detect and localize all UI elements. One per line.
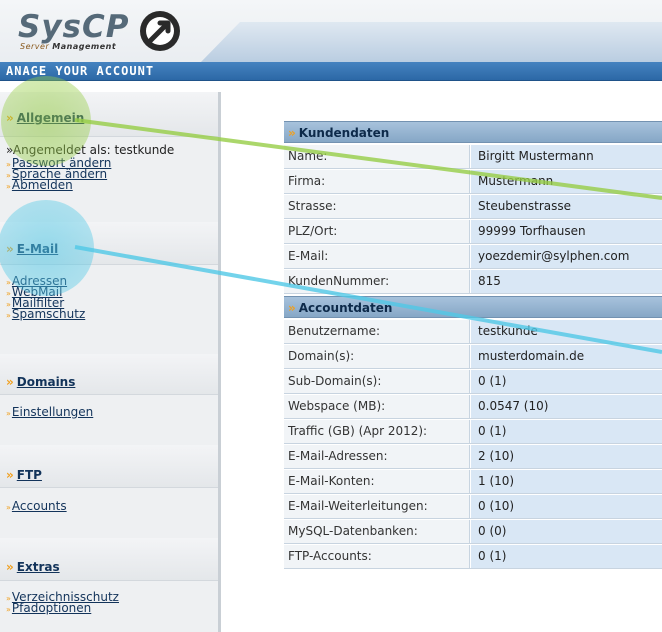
table-row: Firma: Mustermann <box>284 170 662 194</box>
accountdaten-header: » Accountdaten <box>284 296 662 318</box>
row-label: FTP-Accounts: <box>284 545 470 568</box>
double-chevron-icon: » <box>6 560 14 574</box>
sidebar-item-einstellungen[interactable]: »Einstellungen <box>6 405 94 419</box>
row-value: 1 (10) <box>471 470 662 493</box>
logged-in-label: Angemeldet als: testkunde <box>12 143 175 157</box>
table-row: E-Mail-Konten: 1 (10) <box>284 470 662 494</box>
row-label: Firma: <box>284 170 470 193</box>
sidebar-item-spamschutz[interactable]: »Spamschutz <box>6 307 86 321</box>
row-label: Traffic (GB) (Apr 2012): <box>284 420 470 443</box>
row-label: Webspace (MB): <box>284 395 470 418</box>
table-row: E-Mail-Weiterleitungen: 0 (10) <box>284 495 662 519</box>
table-row: Name: Birgitt Mustermann <box>284 145 662 169</box>
row-value: 99999 Torfhausen <box>471 220 662 243</box>
sidebar-heading-ftp[interactable]: » FTP <box>6 468 42 482</box>
bullet-icon: » <box>6 311 11 320</box>
row-value: Mustermann <box>471 170 662 193</box>
row-label: Sub-Domain(s): <box>284 370 470 393</box>
bullet-icon: » <box>6 182 11 191</box>
table-row: Webspace (MB): 0.0547 (10) <box>284 395 662 419</box>
logo: SysCP <box>18 9 130 45</box>
table-row: Benutzername: testkunde <box>284 320 662 344</box>
double-chevron-icon: » <box>6 242 14 256</box>
table-row: Traffic (GB) (Apr 2012): 0 (1) <box>284 420 662 444</box>
row-value: Birgitt Mustermann <box>471 145 662 168</box>
row-label: Benutzername: <box>284 320 470 343</box>
double-chevron-icon: » <box>288 126 296 140</box>
sidebar-heading-label: E-Mail <box>16 242 59 256</box>
kundendaten-header: » Kundendaten <box>284 121 662 143</box>
double-chevron-icon: » <box>6 468 14 482</box>
row-value: 2 (10) <box>471 445 662 468</box>
page-subtitle: ANAGE YOUR ACCOUNT <box>6 64 155 78</box>
row-label: E-Mail-Weiterleitungen: <box>284 495 470 518</box>
table-row: E-Mail-Adressen: 2 (10) <box>284 445 662 469</box>
sidebar-heading-label: Extras <box>16 560 60 574</box>
bullet-icon: » <box>6 605 11 614</box>
bullet-icon: » <box>6 409 11 418</box>
row-value: musterdomain.de <box>471 345 662 368</box>
row-value: 0.0547 (10) <box>471 395 662 418</box>
sidebar: » Allgemein »Angemeldet als: testkunde »P… <box>0 92 221 632</box>
row-value: 0 (1) <box>471 420 662 443</box>
table-row: PLZ/Ort: 99999 Torfhausen <box>284 220 662 244</box>
app-header: SysCP Server Management ANAGE YOUR ACCOU… <box>0 0 662 81</box>
table-row: MySQL-Datenbanken: 0 (0) <box>284 520 662 544</box>
sidebar-item-pfadoptionen[interactable]: »Pfadoptionen <box>6 601 92 615</box>
row-label: E-Mail: <box>284 245 470 268</box>
sidebar-item-label: Spamschutz <box>11 307 86 321</box>
sidebar-heading-extras[interactable]: » Extras <box>6 560 60 574</box>
logo-arrow-icon <box>140 11 180 51</box>
row-label: E-Mail-Adressen: <box>284 445 470 468</box>
table-row: Strasse: Steubenstrasse <box>284 195 662 219</box>
sidebar-heading-label: FTP <box>16 468 42 482</box>
table-row: Sub-Domain(s): 0 (1) <box>284 370 662 394</box>
logged-in-text: »Angemeldet als: testkunde <box>6 143 174 157</box>
logo-subtitle-suffix: Management <box>52 42 117 51</box>
table-row: FTP-Accounts: 0 (1) <box>284 545 662 569</box>
sidebar-item-label: Accounts <box>11 499 67 513</box>
sidebar-item-label: Einstellungen <box>11 405 94 419</box>
row-value: 815 <box>471 270 662 293</box>
accountdaten-title: Accountdaten <box>298 301 393 315</box>
row-label: KundenNummer: <box>284 270 470 293</box>
table-row: E-Mail: yoezdemir@sylphen.com <box>284 245 662 269</box>
sidebar-item-label: Abmelden <box>11 178 73 192</box>
double-chevron-icon: » <box>288 301 296 315</box>
row-label: Domain(s): <box>284 345 470 368</box>
row-value: 0 (0) <box>471 520 662 543</box>
row-value: 0 (1) <box>471 545 662 568</box>
bullet-icon: » <box>6 503 11 512</box>
sidebar-heading-allgemein[interactable]: » Allgemein <box>6 111 84 125</box>
row-value: yoezdemir@sylphen.com <box>471 245 662 268</box>
row-value: 0 (10) <box>471 495 662 518</box>
sidebar-item-abmelden[interactable]: »Abmelden <box>6 178 73 192</box>
sidebar-item-label: Pfadoptionen <box>11 601 92 615</box>
row-label: MySQL-Datenbanken: <box>284 520 470 543</box>
sidebar-heading-label: Allgemein <box>16 111 85 125</box>
table-row: KundenNummer: 815 <box>284 270 662 294</box>
row-label: Strasse: <box>284 195 470 218</box>
row-value: testkunde <box>471 320 662 343</box>
double-chevron-icon: » <box>6 375 14 389</box>
bullet-icon: » <box>6 143 13 157</box>
header-decoration <box>200 22 662 63</box>
logo-subtitle: Server Management <box>20 42 116 51</box>
row-label: Name: <box>284 145 470 168</box>
sidebar-heading-email[interactable]: » E-Mail <box>6 242 58 256</box>
table-row: Domain(s): musterdomain.de <box>284 345 662 369</box>
sidebar-heading-domains[interactable]: » Domains <box>6 375 75 389</box>
row-value: 0 (1) <box>471 370 662 393</box>
double-chevron-icon: » <box>6 111 14 125</box>
row-label: E-Mail-Konten: <box>284 470 470 493</box>
logo-subtitle-prefix: Server <box>20 42 50 51</box>
row-value: Steubenstrasse <box>471 195 662 218</box>
sidebar-heading-label: Domains <box>16 375 76 389</box>
sidebar-item-accounts[interactable]: »Accounts <box>6 499 67 513</box>
row-label: PLZ/Ort: <box>284 220 470 243</box>
kundendaten-title: Kundendaten <box>298 126 390 140</box>
